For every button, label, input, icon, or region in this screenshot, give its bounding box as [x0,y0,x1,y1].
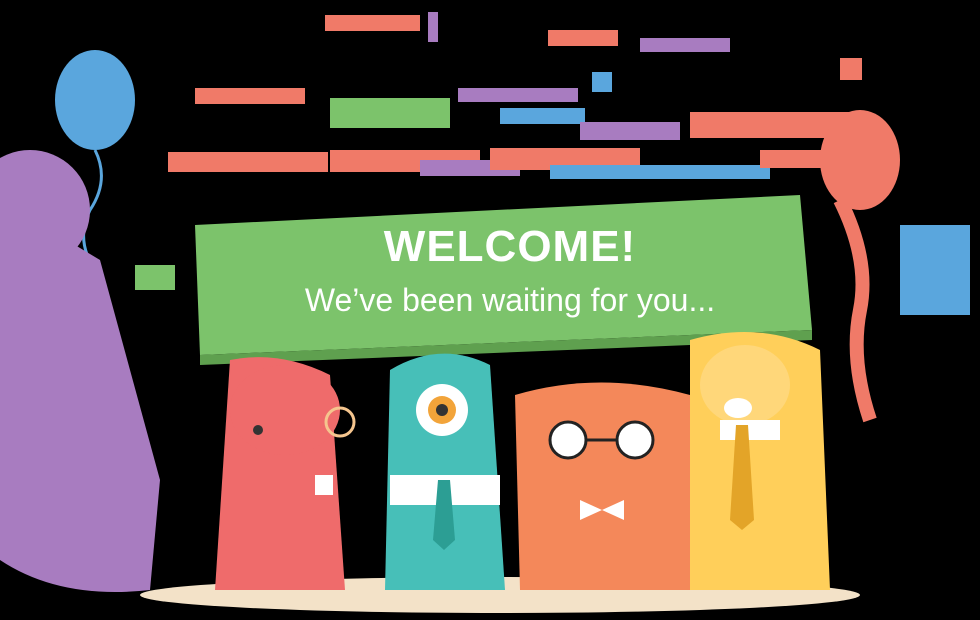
monster-icon [515,382,690,590]
banner-subtitle: We’ve been waiting for you... [304,282,716,318]
monster-icon [385,353,505,590]
monster-icon [690,332,830,590]
monster-icon [215,357,356,590]
banner-title: WELCOME! [383,222,637,271]
